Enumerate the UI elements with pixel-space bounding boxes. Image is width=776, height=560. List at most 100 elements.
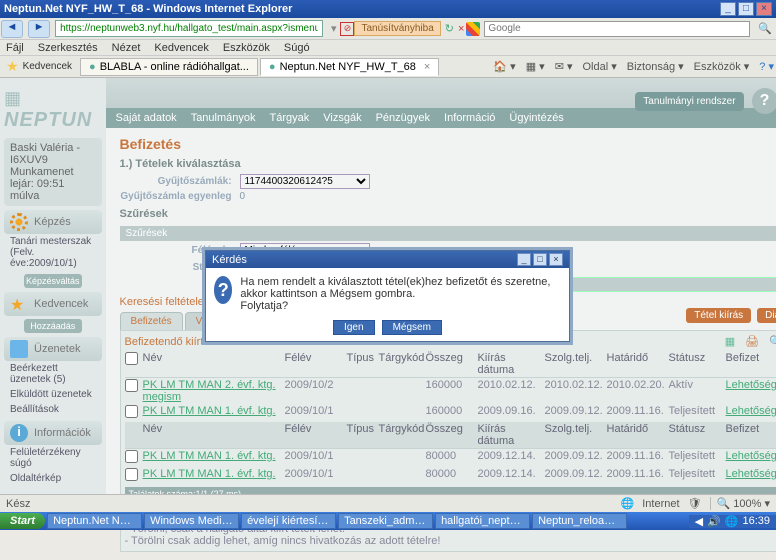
- row-name[interactable]: PK LM TM MAN 1. évf. ktg.: [143, 468, 283, 484]
- tab-blabla[interactable]: ● BLABLA - online rádióhallgat...: [80, 58, 258, 76]
- taskbar-item[interactable]: Neptun_reloaded: [532, 513, 627, 529]
- row-options[interactable]: Lehetőségek: [726, 405, 776, 421]
- row-checkbox[interactable]: [125, 450, 138, 463]
- print-icon[interactable]: 🖨: [745, 335, 759, 348]
- table-row: PK LM TM MAN 1. évf. ktg. 2009/10/1 1600…: [125, 404, 776, 422]
- taskbar-item[interactable]: Tanszeki_administrator...: [338, 513, 433, 529]
- topmenu-sajat[interactable]: Saját adatok: [116, 112, 177, 124]
- sidebar-sitemap[interactable]: Oldaltérkép: [4, 471, 102, 486]
- select-szamlak[interactable]: 11744003206124?5: [240, 174, 370, 189]
- forward-button[interactable]: ►: [28, 20, 50, 38]
- start-button[interactable]: Start: [0, 513, 45, 529]
- feed-icon[interactable]: ▦ ▾: [526, 60, 545, 73]
- safety-menu[interactable]: Biztonság ▾: [627, 60, 684, 73]
- sidebar-sent[interactable]: Elküldött üzenetek: [4, 387, 102, 402]
- taskbar-item[interactable]: hallgatói_neptun - Micros...: [435, 513, 530, 529]
- zoom-level[interactable]: 🔍 100% ▾: [710, 497, 770, 510]
- dialog-maximize-icon[interactable]: □: [533, 253, 547, 266]
- kepzesvaltas-button[interactable]: Képzésváltás: [24, 274, 82, 288]
- dialog-minimize-icon[interactable]: _: [517, 253, 531, 266]
- sidebar-settings[interactable]: Beállítások: [4, 402, 102, 417]
- mail-icon[interactable]: ✉ ▾: [555, 60, 573, 73]
- taskbar-item[interactable]: évelejí kiértesítők: [241, 513, 336, 529]
- cert-warning[interactable]: Tanúsítványhiba: [354, 21, 440, 36]
- taskbar-item[interactable]: Windows Media Player: [144, 513, 239, 529]
- tab-befizetes[interactable]: Befizetés: [120, 312, 183, 330]
- help-circle-icon[interactable]: ?: [752, 88, 776, 114]
- menu-favorites[interactable]: Kedvencek: [154, 42, 208, 54]
- row-name[interactable]: PK LM TM MAN 2. évf. ktg. megism: [143, 379, 283, 403]
- dropdown-icon[interactable]: ▾: [331, 22, 337, 35]
- tray-icon[interactable]: ◀: [695, 515, 703, 528]
- row-checkbox[interactable]: [125, 405, 138, 418]
- table-header: Név Félév Típus Tárgykód Összeg Kiírás d…: [125, 351, 776, 378]
- favorites-label[interactable]: Kedvencek: [23, 61, 72, 72]
- dialog-title: Kérdés: [212, 254, 247, 266]
- dialog-yes-button[interactable]: Igen: [333, 320, 374, 335]
- row-options[interactable]: Lehetőségek: [726, 379, 776, 403]
- tray-icon[interactable]: 🌐: [725, 515, 739, 528]
- session-timer: Munkamenet lejár: 09:51 múlva: [10, 166, 96, 202]
- mail-icon: [10, 340, 28, 358]
- search-icon[interactable]: 🔍: [769, 335, 776, 348]
- refresh-icon[interactable]: ↻: [445, 22, 454, 35]
- search-go-icon[interactable]: 🔍: [758, 22, 772, 35]
- google-icon: [466, 22, 480, 36]
- back-button[interactable]: ◄: [1, 20, 23, 38]
- checkbox-all[interactable]: [125, 352, 138, 365]
- dialog-text-1: Ha nem rendelt a kiválasztott tétel(ek)h…: [240, 276, 561, 300]
- window-titlebar: Neptun.Net NYF_HW_T_68 - Windows Interne…: [0, 0, 776, 18]
- maximize-button[interactable]: □: [738, 2, 754, 16]
- tray-icon[interactable]: 🔊: [707, 515, 721, 528]
- topmenu-penzugyek[interactable]: Pénzügyek: [376, 112, 430, 124]
- sidebar-info-header[interactable]: i Információk: [4, 421, 102, 445]
- minimize-button[interactable]: _: [720, 2, 736, 16]
- sidebar: ▦ NEPTUN Baski Valéria - I6XUV9 Munkamen…: [0, 78, 106, 508]
- hozzaadas-button[interactable]: Hozzáadás: [24, 319, 82, 333]
- topmenu-ugyintezes[interactable]: Ügyintézés: [509, 112, 563, 124]
- page-menu[interactable]: Oldal ▾: [582, 60, 616, 73]
- dialog-no-button[interactable]: Mégsem: [382, 320, 442, 335]
- help-icon[interactable]: ? ▾: [759, 60, 774, 73]
- sidebar-uzenetek-header[interactable]: Üzenetek: [4, 337, 102, 361]
- row-checkbox[interactable]: [125, 379, 138, 392]
- row-checkbox[interactable]: [125, 468, 138, 481]
- sidebar-inbox[interactable]: Beérkezett üzenetek (5): [4, 361, 102, 387]
- row-name[interactable]: PK LM TM MAN 1. évf. ktg.: [143, 405, 283, 421]
- sidebar-help[interactable]: Felületérzékeny súgó: [4, 445, 102, 471]
- row-options[interactable]: Lehetőségek: [726, 468, 776, 484]
- value-egyenleg: 0: [240, 191, 246, 202]
- close-button[interactable]: ×: [756, 2, 772, 16]
- tab-neptun[interactable]: ● Neptun.Net NYF_HW_T_68 ×: [260, 58, 439, 76]
- stop-icon[interactable]: ×: [458, 23, 464, 35]
- confirm-dialog: Kérdés _ □ × ? Ha nem rendelt a kiválasz…: [205, 250, 570, 342]
- tab-icon: ●: [269, 61, 276, 73]
- menu-file[interactable]: Fájl: [6, 42, 24, 54]
- menu-tools[interactable]: Eszközök: [223, 42, 270, 54]
- tetel-kiiras-button[interactable]: Tétel kiírás: [686, 308, 751, 323]
- menu-view[interactable]: Nézet: [112, 42, 141, 54]
- taskbar-item[interactable]: Neptun.Net NYF_HW_...: [47, 513, 142, 529]
- tools-menu[interactable]: Eszközök ▾: [694, 60, 750, 73]
- favorites-star-icon[interactable]: ★: [6, 58, 19, 75]
- dialog-close-icon[interactable]: ×: [549, 253, 563, 266]
- info-icon: i: [10, 424, 28, 442]
- topmenu-targyak[interactable]: Tárgyak: [270, 112, 310, 124]
- row-options[interactable]: Lehetőségek: [726, 450, 776, 466]
- diakhitel-button[interactable]: Diákhitel: [757, 308, 776, 323]
- sidebar-kedvencek-header[interactable]: ★ Kedvencek: [4, 292, 102, 316]
- menu-help[interactable]: Súgó: [284, 42, 310, 54]
- url-input[interactable]: [55, 20, 323, 37]
- topmenu-informacio[interactable]: Információ: [444, 112, 495, 124]
- excel-icon[interactable]: ▦: [725, 335, 735, 348]
- topmenu-tanulmanyok[interactable]: Tanulmányok: [191, 112, 256, 124]
- row-name[interactable]: PK LM TM MAN 1. évf. ktg.: [143, 450, 283, 466]
- menu-edit[interactable]: Szerkesztés: [38, 42, 98, 54]
- topmenu-vizsgak[interactable]: Vizsgák: [323, 112, 361, 124]
- tab-close-icon[interactable]: ×: [424, 61, 430, 73]
- search-input[interactable]: [484, 21, 750, 37]
- home-icon[interactable]: 🏠 ▾: [493, 60, 515, 73]
- sidebar-kepzes-header[interactable]: Képzés: [4, 210, 102, 234]
- question-icon: ?: [214, 276, 232, 304]
- section-title: 1.) Tételek kiválasztása: [120, 158, 776, 170]
